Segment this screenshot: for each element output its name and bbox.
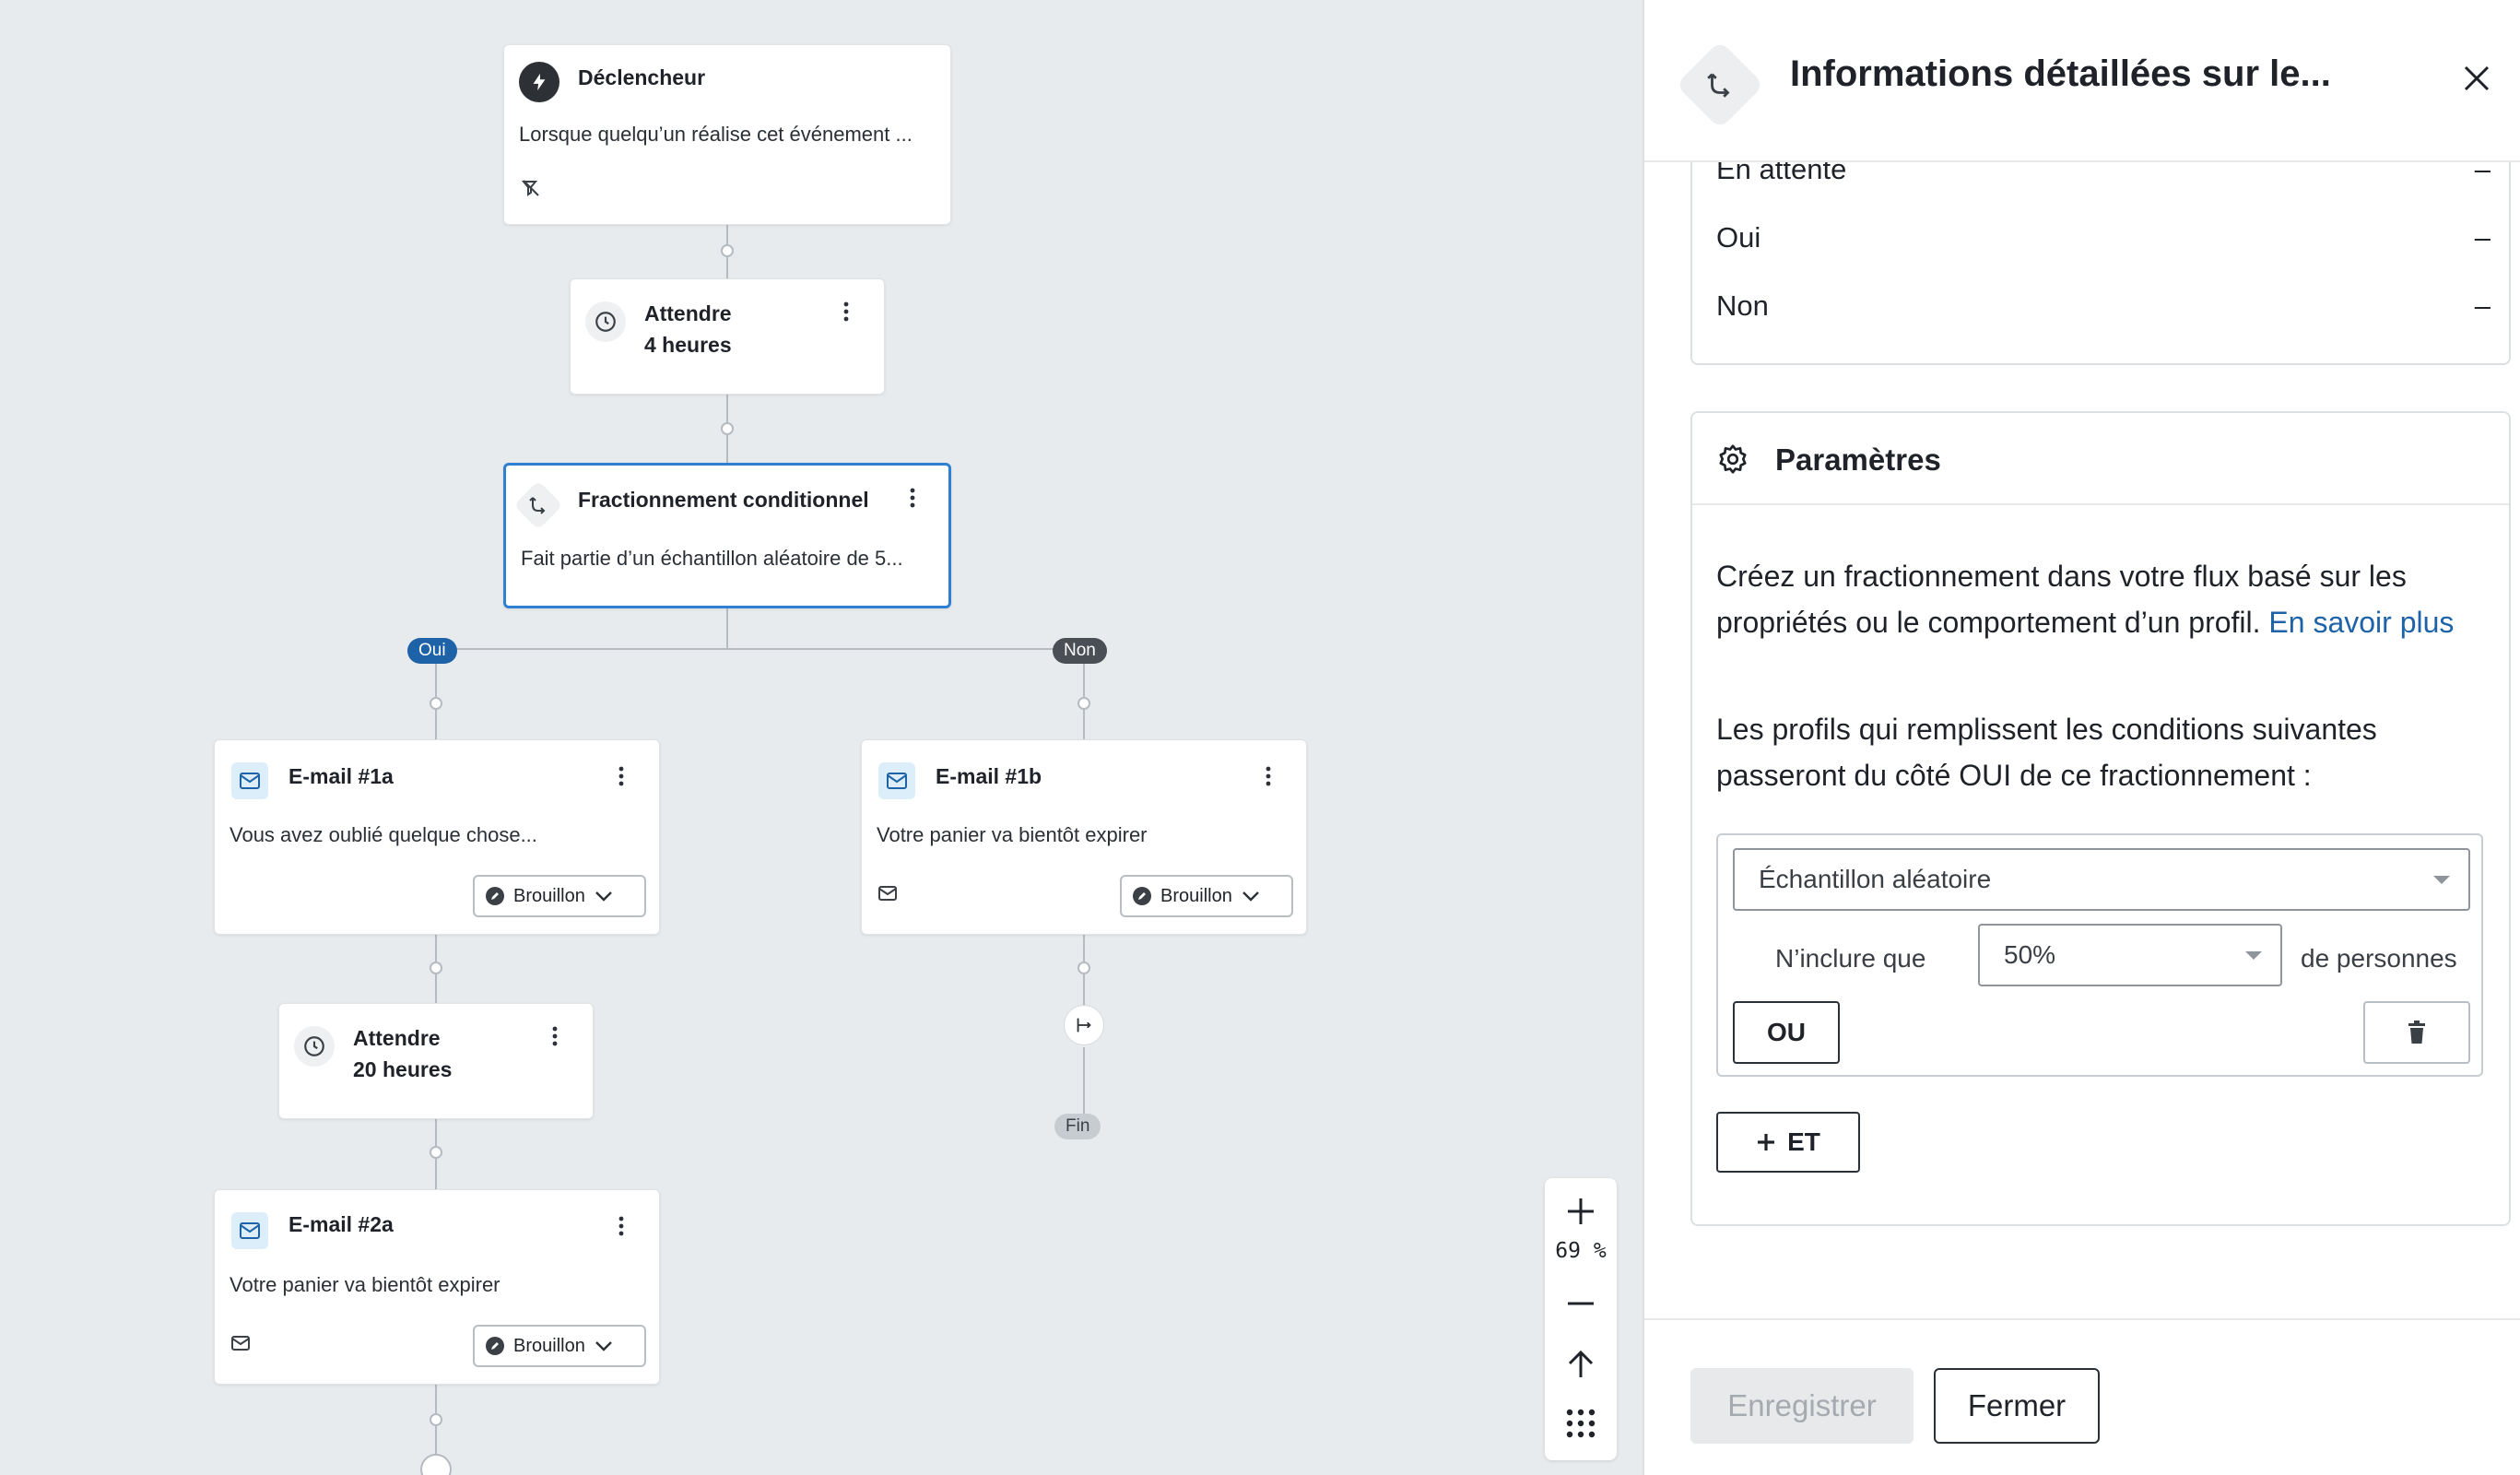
learn-more-link[interactable]: En savoir plus xyxy=(2268,606,2454,639)
branch-yes-label: Oui xyxy=(407,638,457,664)
clock-icon xyxy=(294,1026,335,1067)
chevron-down-icon xyxy=(595,891,612,902)
email-status-dropdown[interactable]: Brouillon xyxy=(473,1325,646,1367)
condition-type-value: Échantillon aléatoire xyxy=(1759,865,1992,893)
plus-icon xyxy=(1568,1198,1594,1224)
branch-no-label: Non xyxy=(1053,638,1107,664)
trigger-node[interactable]: Déclencheur Lorsque quelqu’un réalise ce… xyxy=(503,44,951,225)
end-label: Fin xyxy=(1054,1114,1101,1139)
email-subject: Votre panier va bientôt expirer xyxy=(877,823,1148,846)
persons-label: de personnes xyxy=(2301,944,2457,973)
wait-node-1[interactable]: Attendre 4 heures xyxy=(570,278,885,395)
settings-title: Paramètres xyxy=(1775,442,1941,477)
and-button[interactable]: ET xyxy=(1716,1112,1860,1173)
condition-type-select[interactable]: Échantillon aléatoire xyxy=(1733,848,2470,911)
fit-view-button[interactable] xyxy=(1545,1396,1617,1451)
delete-condition-button[interactable] xyxy=(2363,1001,2470,1064)
split-title: Fractionnement conditionnel xyxy=(578,488,869,512)
email-node-1b[interactable]: E-mail #1b Votre panier va bientôt expir… xyxy=(861,739,1307,935)
email-status: Brouillon xyxy=(513,1335,585,1356)
close-button[interactable]: Fermer xyxy=(1934,1368,2100,1444)
email-status: Brouillon xyxy=(513,885,585,906)
settings-header: Paramètres xyxy=(1692,413,2509,505)
split-icon xyxy=(513,480,563,530)
panel-title: Informations détaillées sur le... xyxy=(1790,53,2331,94)
more-options-icon[interactable] xyxy=(541,1022,569,1050)
gear-icon xyxy=(1714,441,1751,478)
or-button[interactable]: OU xyxy=(1733,1001,1840,1064)
wait-node-2[interactable]: Attendre 20 heures xyxy=(278,1003,594,1119)
wait-duration: 20 heures xyxy=(353,1057,453,1081)
percent-value: 50% xyxy=(2004,940,2056,969)
email-status: Brouillon xyxy=(1160,885,1232,906)
mail-icon xyxy=(231,1212,268,1249)
draft-icon xyxy=(1133,887,1151,905)
stat-value: – xyxy=(2474,221,2491,254)
details-panel: En attente – Oui – Non – Informations dé… xyxy=(1643,0,2520,1475)
wait-title: Attendre xyxy=(353,1026,441,1050)
zoom-controls: 69 % xyxy=(1545,1178,1617,1460)
draft-icon xyxy=(486,887,504,905)
split-branch-icon[interactable] xyxy=(1064,1005,1104,1045)
wait-duration: 4 heures xyxy=(644,333,732,357)
trigger-description: Lorsque quelqu’un réalise cet événement … xyxy=(519,123,913,146)
email-node-1a[interactable]: E-mail #1a Vous avez oublié quelque chos… xyxy=(214,739,660,935)
trigger-title: Déclencheur xyxy=(578,65,706,89)
include-label: N’inclure que xyxy=(1775,944,1926,973)
stat-label: Non xyxy=(1716,289,1769,322)
email-title: E-mail #1b xyxy=(936,764,1042,788)
chevron-down-icon xyxy=(595,1341,612,1351)
settings-card: Paramètres Créez un fractionnement dans … xyxy=(1690,411,2511,1226)
zoom-out-button[interactable] xyxy=(1545,1276,1617,1331)
minus-icon xyxy=(1568,1302,1594,1305)
email-title: E-mail #1a xyxy=(289,764,394,788)
lightning-icon xyxy=(519,62,559,102)
conditional-split-node[interactable]: Fractionnement conditionnel Fait partie … xyxy=(503,463,951,608)
email-status-dropdown[interactable]: Brouillon xyxy=(473,875,646,917)
email-filter-icon xyxy=(877,882,901,906)
stat-value: – xyxy=(2474,289,2491,322)
split-icon xyxy=(1675,40,1765,130)
email-subject: Votre panier va bientôt expirer xyxy=(230,1273,500,1296)
stat-label: Oui xyxy=(1716,221,1761,254)
grid-dots-icon xyxy=(1566,1409,1596,1438)
more-options-icon[interactable] xyxy=(1254,762,1282,790)
split-description: Fait partie d’un échantillon aléatoire d… xyxy=(521,547,903,570)
settings-intro: Créez un fractionnement dans votre flux … xyxy=(1716,553,2491,645)
mail-icon xyxy=(231,762,268,799)
panel-footer: Enregistrer Fermer xyxy=(1644,1318,2520,1475)
caret-down-icon xyxy=(2433,876,2450,884)
filter-icon xyxy=(519,176,543,200)
arrow-up-icon xyxy=(1568,1350,1594,1377)
and-label: ET xyxy=(1787,1127,1820,1156)
trash-icon xyxy=(2408,1021,2425,1044)
close-icon[interactable] xyxy=(2455,57,2498,100)
plus-icon xyxy=(1758,1134,1775,1150)
mail-icon xyxy=(878,762,915,799)
zoom-level: 69 % xyxy=(1555,1239,1607,1263)
email-title: E-mail #2a xyxy=(289,1212,394,1236)
condition-box: Échantillon aléatoire N’inclure que 50% … xyxy=(1716,833,2483,1077)
chevron-down-icon xyxy=(1242,891,1259,902)
email-node-2a[interactable]: E-mail #2a Votre panier va bientôt expir… xyxy=(214,1189,660,1385)
email-filter-icon xyxy=(230,1332,253,1356)
save-button[interactable]: Enregistrer xyxy=(1690,1368,1914,1444)
percent-select[interactable]: 50% xyxy=(1978,924,2282,986)
panel-header: Informations détaillées sur le... xyxy=(1644,0,2520,162)
more-options-icon[interactable] xyxy=(607,762,635,790)
stats-card: En attente – Oui – Non – xyxy=(1690,138,2511,365)
caret-down-icon xyxy=(2245,951,2262,960)
scroll-to-top-button[interactable] xyxy=(1545,1337,1617,1392)
clock-icon xyxy=(585,301,626,342)
wait-title: Attendre xyxy=(644,301,732,325)
more-options-icon[interactable] xyxy=(607,1212,635,1240)
zoom-in-button[interactable] xyxy=(1545,1184,1617,1239)
draft-icon xyxy=(486,1337,504,1355)
settings-instruction: Les profils qui remplissent les conditio… xyxy=(1716,713,2377,792)
flow-canvas[interactable]: Déclencheur Lorsque quelqu’un réalise ce… xyxy=(0,0,1643,1475)
email-subject: Vous avez oublié quelque chose... xyxy=(230,823,537,846)
more-options-icon[interactable] xyxy=(899,484,926,512)
email-status-dropdown[interactable]: Brouillon xyxy=(1120,875,1293,917)
more-options-icon[interactable] xyxy=(832,298,860,325)
